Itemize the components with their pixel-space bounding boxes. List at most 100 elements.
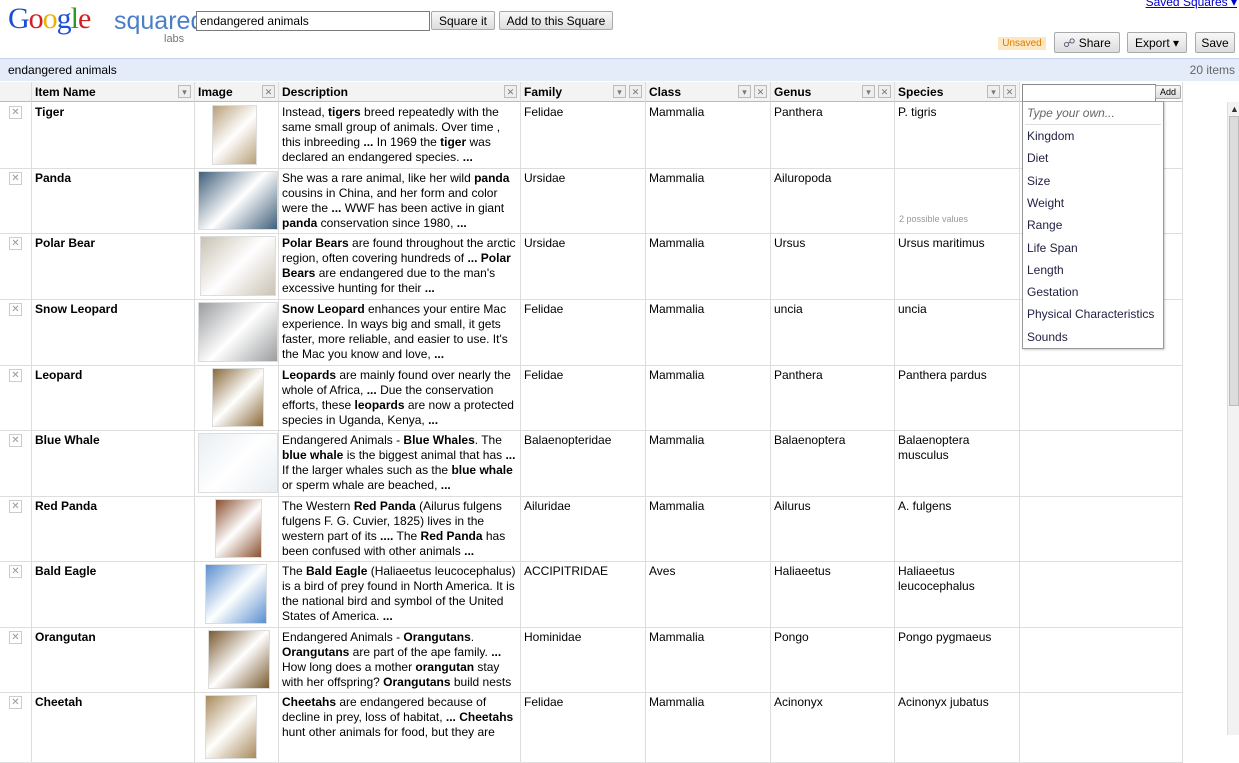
remove-row-icon[interactable]: ✕: [9, 631, 22, 644]
class-cell[interactable]: Mammalia: [646, 627, 771, 692]
export-button[interactable]: Export ▾: [1127, 32, 1187, 53]
remove-column-icon[interactable]: ✕: [878, 85, 891, 98]
class-cell[interactable]: Mammalia: [646, 168, 771, 233]
species-cell[interactable]: 2 possible values: [895, 168, 1020, 233]
column-suggestion-option[interactable]: Gestation: [1027, 285, 1078, 299]
description-cell[interactable]: Snow Leopard enhances your entire Mac ex…: [279, 299, 521, 365]
genus-cell[interactable]: Ailuropoda: [771, 168, 895, 233]
square-it-button[interactable]: Square it: [431, 11, 495, 30]
column-menu-icon[interactable]: ▾: [613, 85, 626, 98]
species-cell[interactable]: Haliaeetus leucocephalus: [895, 561, 1020, 627]
column-suggestion-option[interactable]: Diet: [1027, 151, 1048, 165]
family-cell[interactable]: Felidae: [521, 692, 646, 762]
column-suggestion-option[interactable]: Size: [1027, 174, 1050, 188]
column-menu-icon[interactable]: ▾: [738, 85, 751, 98]
description-cell[interactable]: The Bald Eagle (Haliaeetus leucocephalus…: [279, 561, 521, 627]
column-suggestion-option[interactable]: Life Span: [1027, 241, 1078, 255]
column-header-item-name[interactable]: Item Name ▾: [32, 82, 195, 102]
class-cell[interactable]: Mammalia: [646, 102, 771, 168]
add-to-square-button[interactable]: Add to this Square: [499, 11, 613, 30]
item-thumbnail-image[interactable]: [205, 695, 257, 759]
search-input[interactable]: [196, 11, 430, 31]
species-cell[interactable]: A. fulgens: [895, 496, 1020, 561]
item-name-cell[interactable]: Snow Leopard: [32, 299, 195, 365]
remove-row-icon[interactable]: ✕: [9, 106, 22, 119]
species-cell[interactable]: Panthera pardus: [895, 365, 1020, 430]
image-cell[interactable]: [195, 627, 279, 692]
description-cell[interactable]: The Western Red Panda (Ailurus fulgens f…: [279, 496, 521, 561]
genus-cell[interactable]: Panthera: [771, 365, 895, 430]
saved-squares-link[interactable]: Saved Squares ▾: [1146, 0, 1237, 9]
column-header-species[interactable]: Species ▾ ✕: [895, 82, 1020, 102]
remove-row-icon[interactable]: ✕: [9, 369, 22, 382]
item-name-cell[interactable]: Cheetah: [32, 692, 195, 762]
item-name-cell[interactable]: Panda: [32, 168, 195, 233]
column-suggestion-option[interactable]: Length: [1027, 263, 1064, 277]
add-column-button[interactable]: Add: [1155, 85, 1181, 99]
remove-row-icon[interactable]: ✕: [9, 237, 22, 250]
family-cell[interactable]: Felidae: [521, 365, 646, 430]
item-name-cell[interactable]: Leopard: [32, 365, 195, 430]
species-cell[interactable]: uncia: [895, 299, 1020, 365]
genus-cell[interactable]: uncia: [771, 299, 895, 365]
image-cell[interactable]: [195, 102, 279, 168]
column-header-family[interactable]: Family ▾ ✕: [521, 82, 646, 102]
remove-column-icon[interactable]: ✕: [1003, 85, 1016, 98]
class-cell[interactable]: Aves: [646, 561, 771, 627]
item-thumbnail-image[interactable]: [212, 368, 264, 427]
item-thumbnail-image[interactable]: [198, 302, 278, 362]
family-cell[interactable]: Ailuridae: [521, 496, 646, 561]
class-cell[interactable]: Mammalia: [646, 430, 771, 496]
scrollbar[interactable]: ▲: [1227, 102, 1239, 735]
column-header-image[interactable]: Image ✕: [195, 82, 279, 102]
family-cell[interactable]: Ursidae: [521, 233, 646, 299]
remove-row-icon[interactable]: ✕: [9, 500, 22, 513]
column-header-description[interactable]: Description ✕: [279, 82, 521, 102]
image-cell[interactable]: [195, 299, 279, 365]
image-cell[interactable]: [195, 496, 279, 561]
genus-cell[interactable]: Haliaeetus: [771, 561, 895, 627]
item-thumbnail-image[interactable]: [212, 105, 257, 165]
species-cell[interactable]: Pongo pygmaeus: [895, 627, 1020, 692]
description-cell[interactable]: Polar Bears are found throughout the arc…: [279, 233, 521, 299]
scroll-up-arrow-icon[interactable]: ▲: [1230, 104, 1239, 114]
family-cell[interactable]: Ursidae: [521, 168, 646, 233]
possible-values-note[interactable]: 2 possible values: [899, 212, 968, 227]
extra-cell[interactable]: [1020, 365, 1183, 430]
image-cell[interactable]: [195, 430, 279, 496]
save-button[interactable]: Save: [1195, 32, 1235, 53]
item-thumbnail-image[interactable]: [198, 433, 278, 493]
genus-cell[interactable]: Acinonyx: [771, 692, 895, 762]
class-cell[interactable]: Mammalia: [646, 365, 771, 430]
column-header-class[interactable]: Class ▾ ✕: [646, 82, 771, 102]
remove-row-icon[interactable]: ✕: [9, 696, 22, 709]
family-cell[interactable]: Felidae: [521, 299, 646, 365]
genus-cell[interactable]: Balaenoptera: [771, 430, 895, 496]
extra-cell[interactable]: [1020, 627, 1183, 692]
class-cell[interactable]: Mammalia: [646, 496, 771, 561]
family-cell[interactable]: Felidae: [521, 102, 646, 168]
column-suggestion-option[interactable]: Kingdom: [1027, 129, 1074, 143]
item-thumbnail-image[interactable]: [200, 236, 276, 296]
item-thumbnail-image[interactable]: [205, 564, 267, 624]
class-cell[interactable]: Mammalia: [646, 299, 771, 365]
species-cell[interactable]: P. tigris: [895, 102, 1020, 168]
item-name-cell[interactable]: Orangutan: [32, 627, 195, 692]
column-menu-icon[interactable]: ▾: [862, 85, 875, 98]
item-name-cell[interactable]: Polar Bear: [32, 233, 195, 299]
google-squared-logo[interactable]: Google squared labs: [8, 2, 204, 48]
remove-row-icon[interactable]: ✕: [9, 303, 22, 316]
genus-cell[interactable]: Ailurus: [771, 496, 895, 561]
column-header-genus[interactable]: Genus ▾ ✕: [771, 82, 895, 102]
remove-column-icon[interactable]: ✕: [504, 85, 517, 98]
species-cell[interactable]: Balaenoptera musculus: [895, 430, 1020, 496]
class-cell[interactable]: Mammalia: [646, 233, 771, 299]
genus-cell[interactable]: Pongo: [771, 627, 895, 692]
description-cell[interactable]: Leopards are mainly found over nearly th…: [279, 365, 521, 430]
extra-cell[interactable]: [1020, 692, 1183, 762]
image-cell[interactable]: [195, 168, 279, 233]
item-name-cell[interactable]: Blue Whale: [32, 430, 195, 496]
description-cell[interactable]: Instead, tigers breed repeatedly with th…: [279, 102, 521, 168]
item-name-cell[interactable]: Red Panda: [32, 496, 195, 561]
remove-column-icon[interactable]: ✕: [629, 85, 642, 98]
